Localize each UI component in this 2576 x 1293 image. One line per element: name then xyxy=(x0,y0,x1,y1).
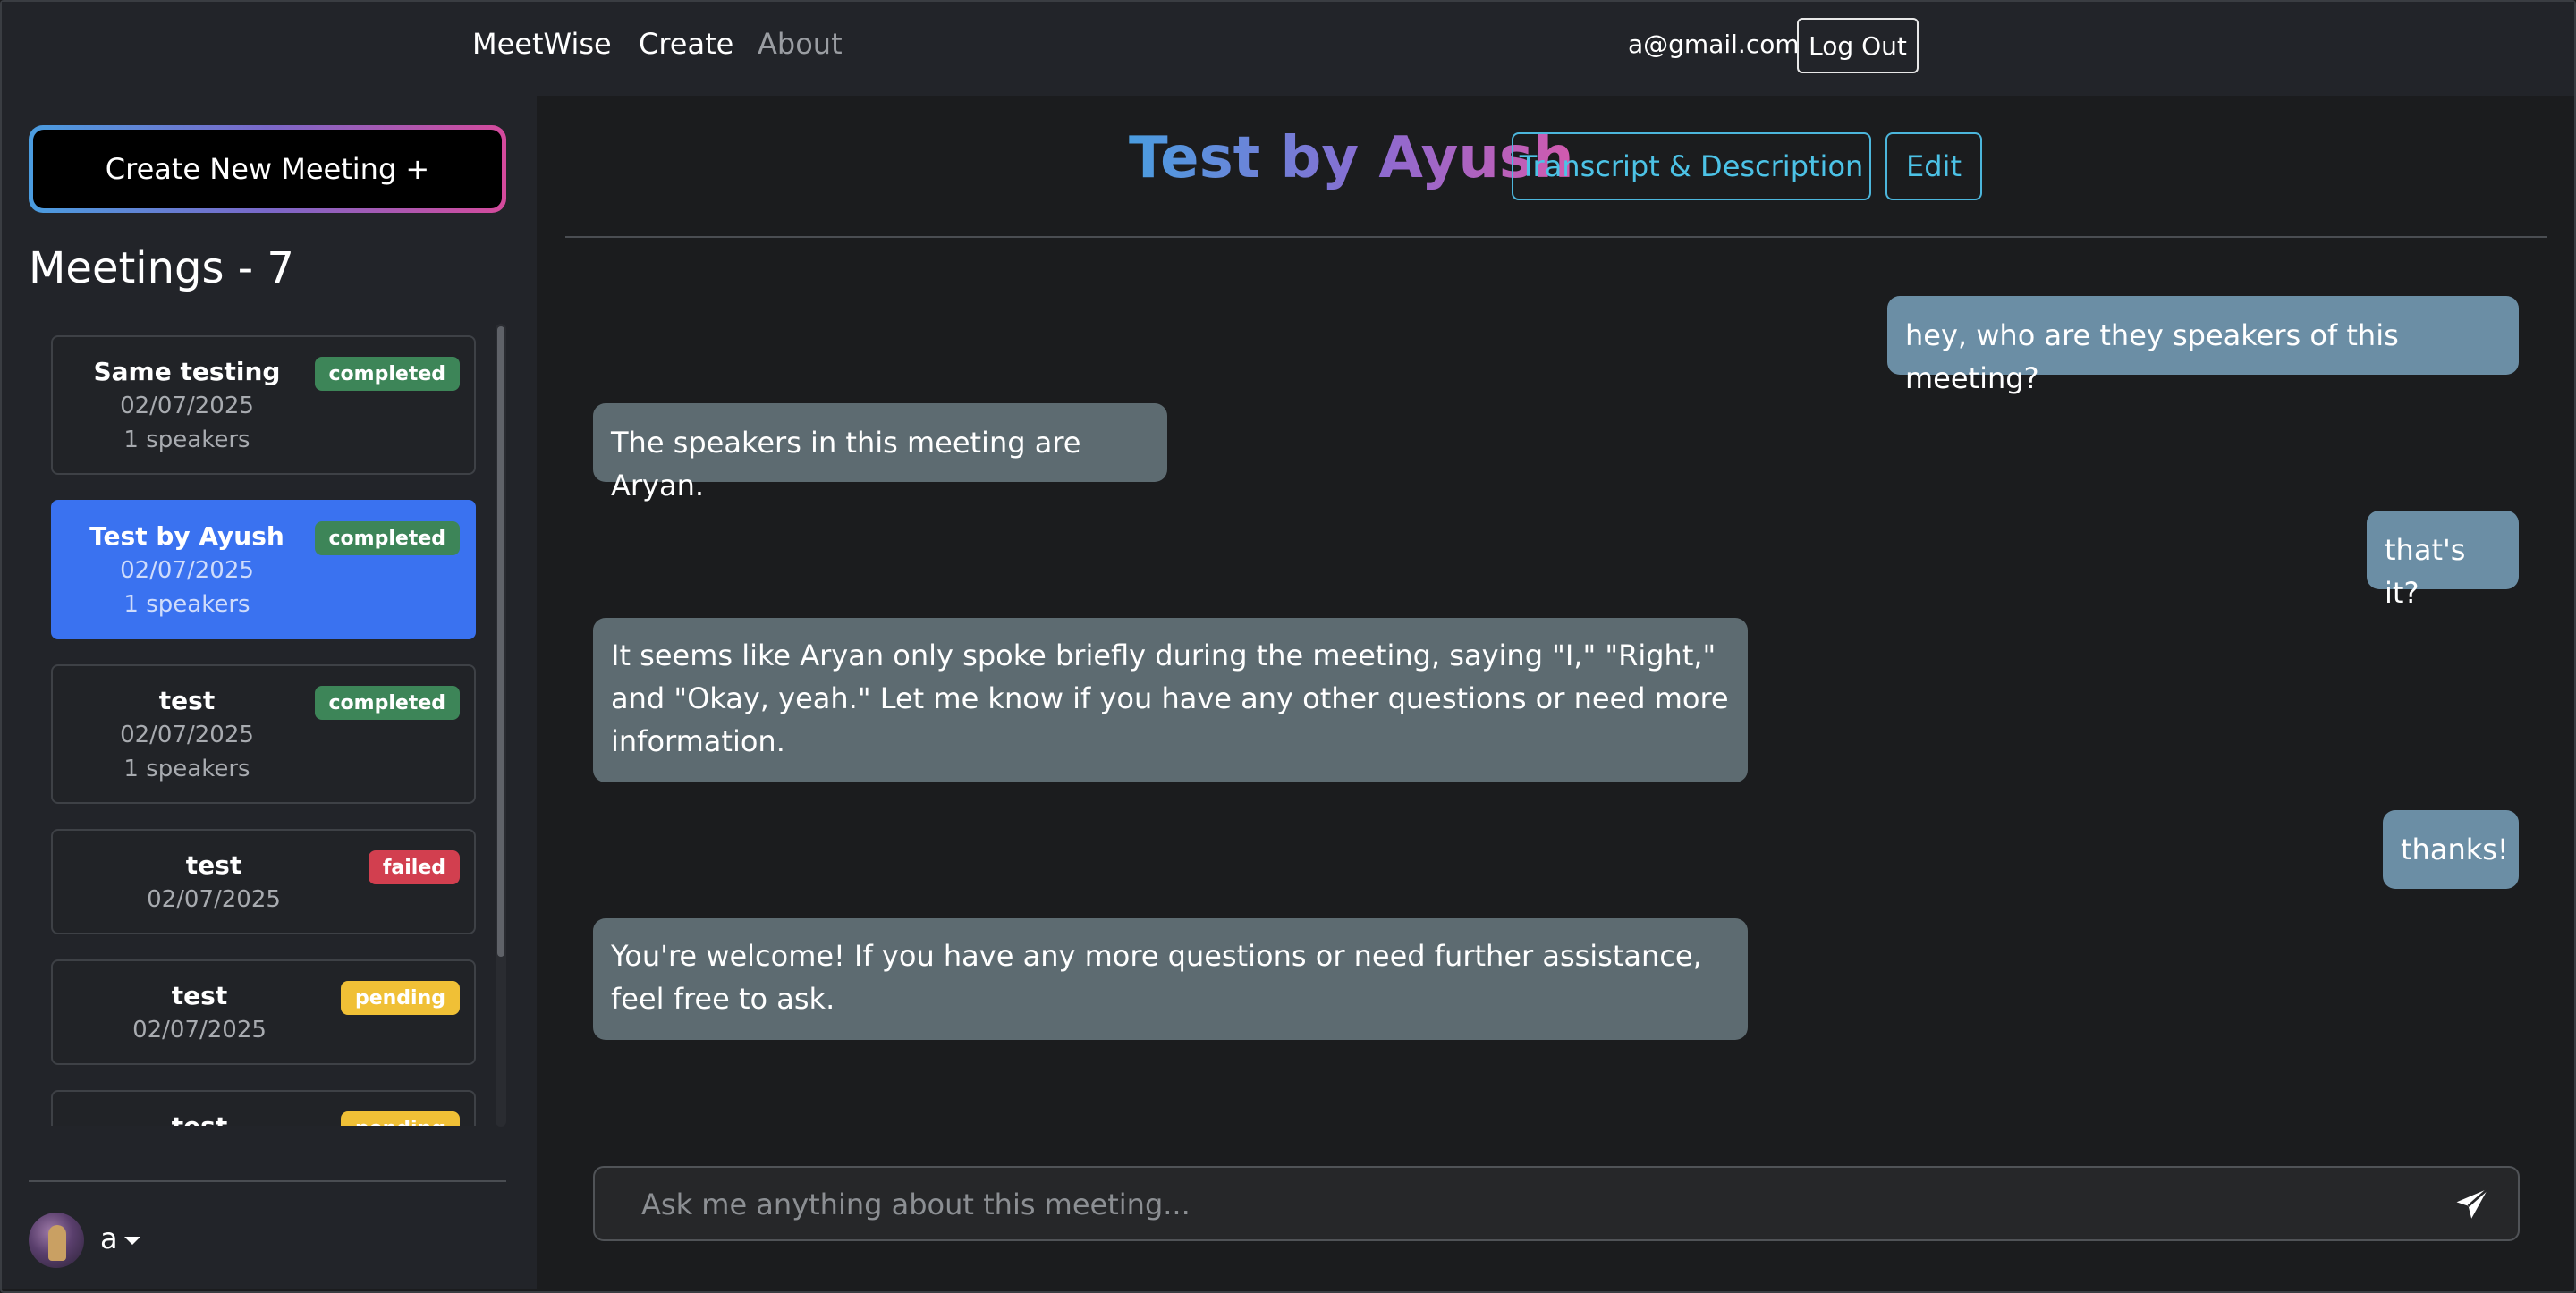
meeting-card-speakers: 1 speakers xyxy=(123,756,250,782)
assistant-message: The speakers in this meeting are Aryan. xyxy=(593,403,1167,503)
meeting-list: Same testing 02/07/2025 1 speakers compl… xyxy=(51,335,476,1126)
status-badge-pending: pending xyxy=(340,1111,460,1126)
user-avatar[interactable] xyxy=(29,1213,84,1268)
nav-link-create[interactable]: Create xyxy=(639,27,733,61)
logout-button[interactable]: Log Out xyxy=(1797,18,1919,73)
meeting-card[interactable]: test 02/07/2025 failed xyxy=(51,829,476,934)
assistant-message: You're welcome! If you have any more que… xyxy=(593,918,1748,1040)
user-menu-name[interactable]: a xyxy=(100,1221,118,1255)
meeting-card[interactable]: test 02/07/2025 1 speakers completed xyxy=(51,664,476,804)
user-email: a@gmail.com xyxy=(1628,30,1800,59)
user-message: thanks! xyxy=(2383,810,2519,889)
transcript-description-button[interactable]: Transcript & Description xyxy=(1512,132,1871,200)
assistant-message: It seems like Aryan only spoke briefly d… xyxy=(593,618,1748,782)
meeting-card-date: 02/07/2025 xyxy=(147,886,281,913)
header-divider xyxy=(565,236,2547,238)
caret-down-icon[interactable] xyxy=(124,1237,140,1245)
meeting-card[interactable]: test 02/07/2025 pending xyxy=(51,959,476,1065)
meeting-card-date: 02/07/2025 xyxy=(120,393,254,419)
user-message: that's it? xyxy=(2367,511,2519,610)
brand-link[interactable]: MeetWise xyxy=(472,27,612,61)
paper-plane-icon[interactable] xyxy=(2453,1186,2491,1223)
create-new-meeting-label: Create New Meeting + xyxy=(33,130,502,208)
status-badge-completed: completed xyxy=(314,521,460,555)
create-new-meeting-button[interactable]: Create New Meeting + xyxy=(29,125,506,213)
meeting-card-active[interactable]: Test by Ayush 02/07/2025 1 speakers comp… xyxy=(51,500,476,639)
status-badge-failed: failed xyxy=(368,850,460,884)
meeting-card-title: test xyxy=(65,1111,334,1126)
meeting-card-date: 02/07/2025 xyxy=(132,1017,267,1044)
meeting-card-speakers: 1 speakers xyxy=(123,427,250,453)
meeting-card-title: test xyxy=(158,686,216,715)
meeting-card-date: 02/07/2025 xyxy=(120,722,254,748)
avatar-figure xyxy=(48,1225,66,1261)
status-badge-completed: completed xyxy=(314,357,460,391)
meeting-card-title: test xyxy=(171,981,228,1010)
meeting-list-scrollbar-thumb[interactable] xyxy=(497,326,504,957)
top-navbar: MeetWise Create About a@gmail.com Log Ou… xyxy=(2,2,2574,96)
sidebar-divider xyxy=(29,1180,506,1182)
meeting-card[interactable]: Same testing 02/07/2025 1 speakers compl… xyxy=(51,335,476,475)
edit-button[interactable]: Edit xyxy=(1885,132,1982,200)
meeting-card-title: Same testing xyxy=(93,357,281,386)
status-badge-completed: completed xyxy=(314,686,460,720)
meetings-heading: Meetings - 7 xyxy=(29,243,294,293)
status-badge-pending: pending xyxy=(340,981,460,1015)
meeting-title: Test by Ayush xyxy=(1129,125,1574,191)
user-message: hey, who are they speakers of this meeti… xyxy=(1887,296,2519,395)
meeting-card-title: test xyxy=(185,850,242,880)
meeting-card-speakers: 1 speakers xyxy=(123,591,250,618)
chat-input[interactable] xyxy=(640,1168,2396,1241)
chat-input-box xyxy=(593,1166,2520,1241)
meeting-card-title: Test by Ayush xyxy=(89,521,284,551)
meeting-card-date: 02/07/2025 xyxy=(120,557,254,584)
meeting-card[interactable]: test pending xyxy=(51,1090,476,1126)
nav-link-about[interactable]: About xyxy=(758,27,843,61)
